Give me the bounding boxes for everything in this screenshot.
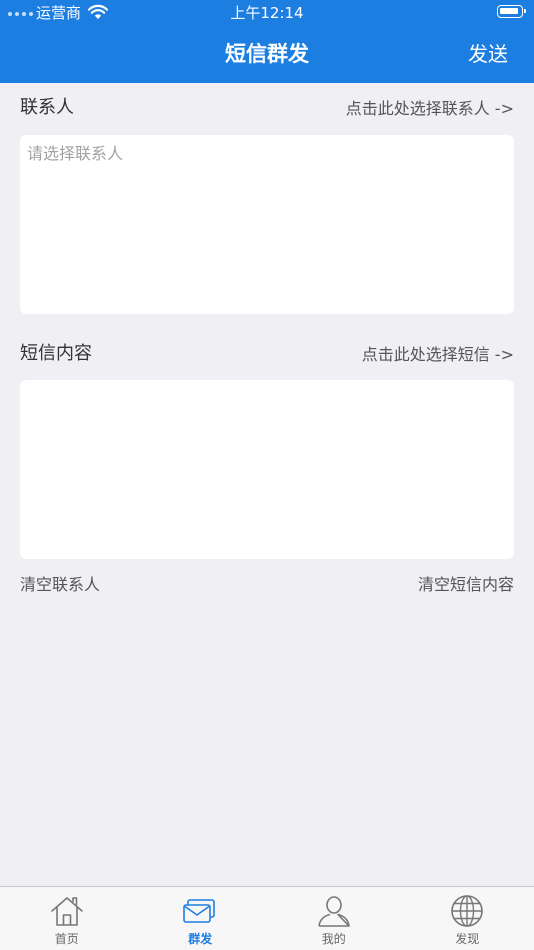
tab-discover-label: 发现 (455, 932, 480, 946)
tab-home[interactable]: 首页 (0, 887, 134, 950)
tab-bar: 首页 群发 我的 发现 (0, 886, 534, 950)
header: 运营商 上午12:14 短信群发 发送 (0, 0, 534, 83)
clear-message-button[interactable]: 清空短信内容 (418, 572, 514, 598)
tab-broadcast[interactable]: 群发 (134, 887, 268, 950)
message-label: 短信内容 (20, 343, 92, 364)
status-time: 上午12:14 (230, 4, 304, 22)
tab-mine[interactable]: 我的 (267, 887, 401, 950)
select-contacts-link[interactable]: 点击此处选择联系人 -> (346, 96, 514, 122)
tab-home-label: 首页 (54, 932, 79, 946)
battery-icon (497, 5, 526, 18)
send-button[interactable]: 发送 (468, 38, 508, 70)
clear-contacts-button[interactable]: 清空联系人 (20, 572, 100, 598)
select-message-link[interactable]: 点击此处选择短信 -> (362, 342, 514, 368)
tab-discover[interactable]: 发现 (401, 887, 534, 950)
tab-mine-label: 我的 (321, 932, 346, 946)
page-title: 短信群发 (225, 42, 309, 66)
globe-icon (451, 895, 484, 927)
tab-broadcast-label: 群发 (188, 932, 213, 946)
message-input[interactable] (20, 380, 514, 559)
home-icon (50, 897, 83, 926)
envelope-icon (183, 899, 216, 923)
status-bar: 运营商 上午12:14 (0, 0, 534, 26)
contacts-label: 联系人 (20, 97, 74, 118)
user-icon (317, 896, 350, 927)
contacts-input[interactable] (20, 135, 514, 314)
